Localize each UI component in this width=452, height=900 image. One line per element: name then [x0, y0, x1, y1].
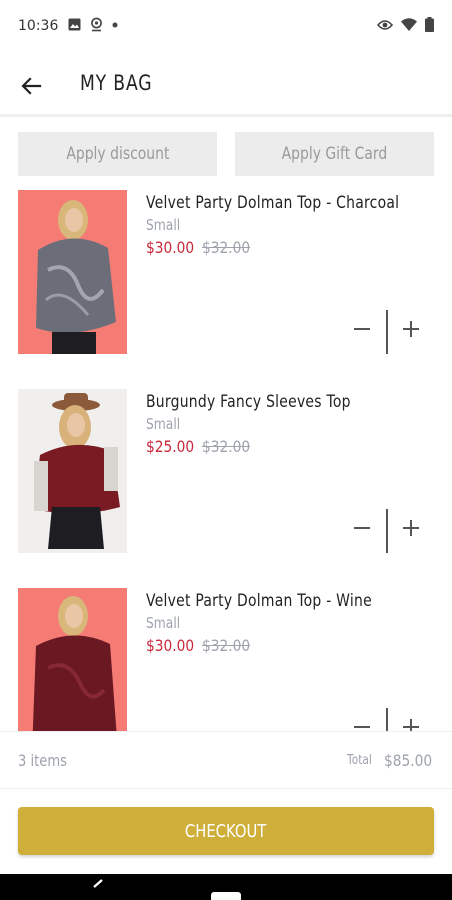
quantity-divider [386, 708, 388, 731]
back-nav-icon[interactable] [88, 874, 108, 900]
original-price: $32.00 [201, 238, 251, 257]
increase-quantity-button[interactable] [396, 513, 426, 543]
cart-item: Burgundy Fancy Sleeves Top Small $25.00 … [0, 389, 452, 559]
item-size: Small [146, 216, 181, 234]
summary-divider [0, 731, 452, 732]
total-value: $85.00 [384, 751, 433, 770]
apply-gift-card-button[interactable]: Apply Gift Card [235, 132, 434, 176]
image-icon [68, 18, 81, 31]
plus-icon [403, 321, 419, 337]
header-divider [0, 114, 452, 117]
apply-discount-label: Apply discount [65, 144, 170, 164]
wifi-icon [401, 18, 417, 31]
sale-price: $25.00 [146, 437, 195, 456]
quantity-divider [386, 310, 388, 354]
status-icons-left [68, 17, 118, 32]
sale-price: $30.00 [146, 238, 195, 257]
item-name[interactable]: Velvet Party Dolman Top - Charcoal [146, 193, 399, 213]
checkout-button[interactable]: CHECKOUT [18, 807, 434, 855]
increase-quantity-button[interactable] [396, 712, 426, 731]
product-image[interactable] [18, 389, 127, 553]
status-bar: 10:36 [0, 0, 452, 52]
product-image[interactable] [18, 190, 127, 354]
minus-icon [354, 527, 370, 529]
item-prices: $25.00 $32.00 [146, 437, 250, 456]
cart-item: Velvet Party Dolman Top - Wine Small $30… [0, 588, 452, 731]
arrow-left-icon [21, 77, 42, 95]
apply-gift-card-label: Apply Gift Card [281, 144, 388, 164]
eye-icon [377, 19, 393, 30]
item-prices: $30.00 $32.00 [146, 636, 250, 655]
item-prices: $30.00 $32.00 [146, 238, 250, 257]
sale-price: $30.00 [146, 636, 195, 655]
increase-quantity-button[interactable] [396, 314, 426, 344]
cart-item: Velvet Party Dolman Top - Charcoal Small… [0, 190, 452, 360]
summary-divider-bottom [0, 788, 452, 789]
system-nav-bar [0, 874, 452, 900]
minus-icon [354, 726, 370, 728]
quantity-divider [386, 509, 388, 553]
item-name[interactable]: Burgundy Fancy Sleeves Top [146, 392, 351, 412]
original-price: $32.00 [201, 437, 251, 456]
page-title: MY BAG [80, 71, 153, 95]
decrease-quantity-button[interactable] [347, 513, 377, 543]
original-price: $32.00 [201, 636, 251, 655]
location-pin-icon [91, 17, 102, 32]
product-image[interactable] [18, 588, 127, 731]
item-size: Small [146, 614, 181, 632]
item-size: Small [146, 415, 181, 433]
apply-discount-button[interactable]: Apply discount [18, 132, 217, 176]
cart-item-list: Velvet Party Dolman Top - Charcoal Small… [0, 190, 452, 731]
battery-icon [425, 17, 434, 32]
app-bar: MY BAG [0, 58, 452, 114]
checkout-label: CHECKOUT [185, 820, 267, 842]
home-nav-icon[interactable] [209, 874, 243, 900]
back-button[interactable] [18, 72, 46, 100]
dot-icon [112, 22, 118, 27]
plus-icon [403, 520, 419, 536]
status-time: 10:36 [18, 18, 59, 34]
status-icons-right [377, 17, 434, 32]
plus-icon [403, 719, 419, 731]
item-name[interactable]: Velvet Party Dolman Top - Wine [146, 591, 372, 611]
decrease-quantity-button[interactable] [347, 712, 377, 731]
minus-icon [354, 328, 370, 330]
decrease-quantity-button[interactable] [347, 314, 377, 344]
total-label: Total [347, 753, 372, 768]
items-count: 3 items [18, 751, 67, 770]
